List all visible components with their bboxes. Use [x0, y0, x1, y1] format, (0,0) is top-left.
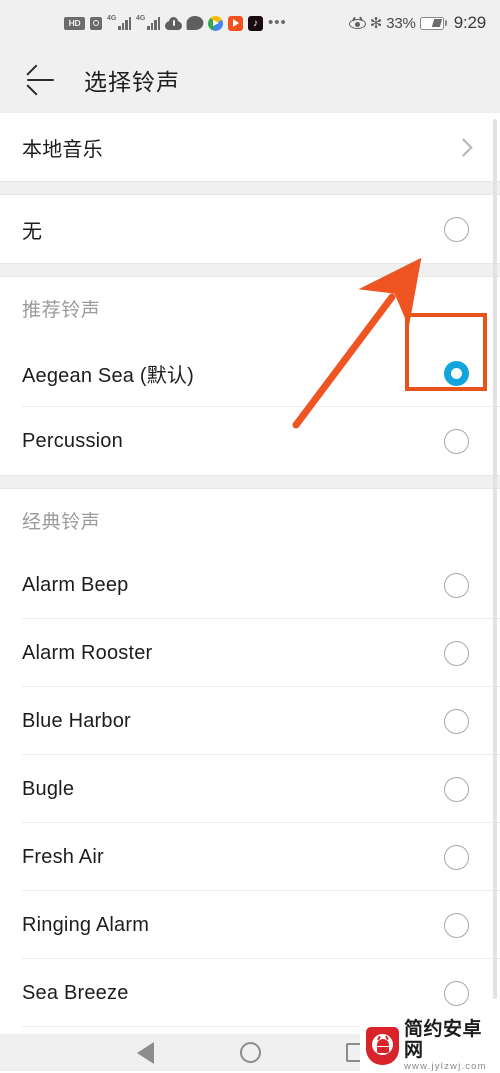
- radio-button-percussion[interactable]: [444, 428, 469, 454]
- list-item-label: Alarm Rooster: [22, 641, 153, 664]
- app-bar: 选择铃声: [0, 46, 500, 113]
- section-header-classic: 经典铃声: [0, 489, 500, 551]
- watermark-url: www.jylzwj.com: [404, 1061, 487, 1072]
- list-item-bugle[interactable]: Bugle: [0, 755, 500, 823]
- signal-4g-label-2: 4G: [136, 15, 146, 22]
- hd-icon: HD: [64, 16, 85, 30]
- chat-bubble-icon: [186, 16, 204, 30]
- alarm-icon: [90, 16, 102, 30]
- section-divider: [0, 181, 500, 195]
- radio-button-fresh-air[interactable]: [444, 844, 469, 870]
- list-item-aegean-sea[interactable]: Aegean Sea (默认): [0, 339, 500, 407]
- video-app-icon: [228, 15, 243, 31]
- signal-4g-label-1: 4G: [107, 15, 117, 22]
- list-item-label: 本地音乐: [22, 138, 103, 161]
- list-item-blue-harbor[interactable]: Blue Harbor: [0, 687, 500, 755]
- radio-button-sea-breeze[interactable]: [444, 980, 469, 1006]
- nav-back-button[interactable]: [120, 1034, 170, 1071]
- list-item-label: 无: [22, 220, 43, 243]
- list-item-none[interactable]: 无: [0, 195, 500, 263]
- more-icons-ellipsis: •••: [268, 14, 287, 31]
- radio-button-bugle[interactable]: [444, 776, 469, 802]
- page-title: 选择铃声: [84, 68, 180, 95]
- section-header-recommended: 推荐铃声: [0, 277, 500, 339]
- radio-button-alarm-beep[interactable]: [444, 572, 469, 598]
- nav-home-button[interactable]: [225, 1034, 275, 1071]
- radio-button-ringing-alarm[interactable]: [444, 912, 469, 938]
- radio-button-alarm-rooster[interactable]: [444, 640, 469, 666]
- eye-comfort-icon: [348, 16, 366, 30]
- list-item-alarm-rooster[interactable]: Alarm Rooster: [0, 619, 500, 687]
- header-zone: HD 4G 4G ♪ ••• ✻ 33% 9:29 选择铃声: [0, 0, 500, 113]
- ringtone-list[interactable]: 本地音乐 无 推荐铃声 Aegean Sea (默认) Percussion 经…: [0, 113, 500, 1034]
- list-item-local-music[interactable]: 本地音乐: [0, 113, 500, 181]
- tiktok-icon: ♪: [248, 15, 263, 31]
- play-store-icon: [208, 15, 223, 31]
- chevron-right-icon: [454, 137, 473, 157]
- status-bar-left-icons: HD 4G 4G ♪ •••: [64, 0, 287, 46]
- list-item-label: Ringing Alarm: [22, 913, 150, 936]
- list-item-percussion[interactable]: Percussion: [0, 407, 500, 475]
- list-item-label: Bugle: [22, 777, 75, 800]
- section-divider: [0, 263, 500, 277]
- radio-button-blue-harbor[interactable]: [444, 708, 469, 734]
- list-item-label: Alarm Beep: [22, 573, 129, 596]
- section-divider: [0, 475, 500, 489]
- scrollbar[interactable]: [493, 119, 497, 999]
- list-item-sea-breeze[interactable]: Sea Breeze: [0, 959, 500, 1027]
- cloud-alert-icon: [165, 16, 182, 30]
- list-item-ringing-alarm[interactable]: Ringing Alarm: [0, 891, 500, 959]
- status-bar-clock: 9:29: [453, 13, 486, 32]
- battery-icon: [419, 16, 447, 30]
- bluetooth-icon: ✻: [369, 14, 383, 32]
- circle-home-icon: [239, 1042, 261, 1063]
- list-item-label: Aegean Sea (默认): [22, 364, 194, 387]
- list-item-label: Fresh Air: [22, 845, 104, 868]
- signal-4g-sim2-icon: 4G: [136, 15, 160, 30]
- signal-4g-sim1-icon: 4G: [107, 15, 131, 30]
- list-item-label: Sea Breeze: [22, 981, 129, 1004]
- list-item-label: Percussion: [22, 429, 123, 452]
- battery-percent-label: 33%: [386, 14, 416, 32]
- back-arrow-icon[interactable]: [24, 63, 58, 97]
- status-bar-right-icons: ✻ 33% 9:29: [348, 0, 486, 46]
- list-item-alarm-beep[interactable]: Alarm Beep: [0, 551, 500, 619]
- android-shield-logo-icon: [366, 1027, 399, 1065]
- list-item-label: Blue Harbor: [22, 709, 131, 732]
- status-bar: HD 4G 4G ♪ ••• ✻ 33% 9:29: [0, 0, 500, 46]
- triangle-back-icon: [136, 1041, 154, 1064]
- site-watermark: 简约安卓网 www.jylzwj.com: [360, 1019, 500, 1072]
- radio-button-none[interactable]: [444, 216, 469, 242]
- list-item-fresh-air[interactable]: Fresh Air: [0, 823, 500, 891]
- radio-button-aegean-sea[interactable]: [444, 360, 469, 386]
- watermark-title: 简约安卓网: [404, 1019, 483, 1061]
